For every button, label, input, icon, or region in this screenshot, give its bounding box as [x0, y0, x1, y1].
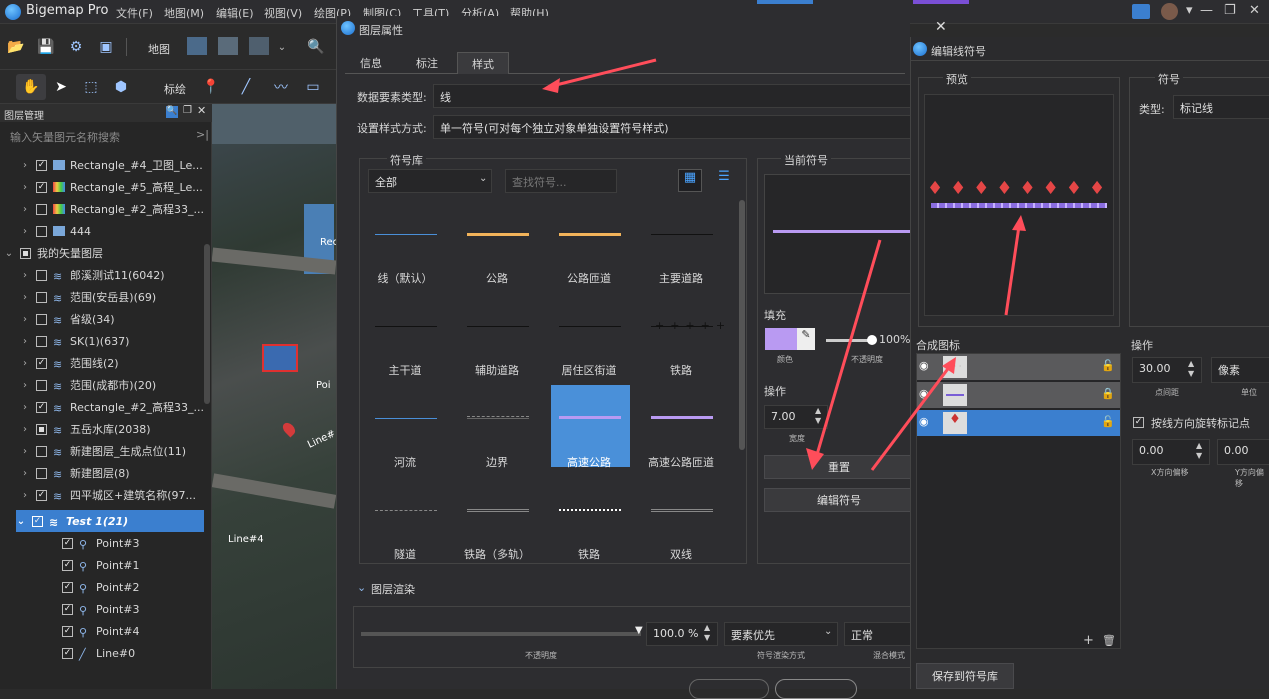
arrow-to-reset: [814, 239, 882, 459]
arrow-to-preview: [1004, 225, 1021, 316]
arrowhead: [542, 78, 560, 93]
arrow-to-composite: [870, 365, 952, 471]
arrow-to-feature-type: [551, 58, 657, 88]
annotation-arrows: [542, 58, 1026, 471]
arrowhead: [1012, 215, 1026, 231]
arrowhead: [806, 448, 824, 470]
